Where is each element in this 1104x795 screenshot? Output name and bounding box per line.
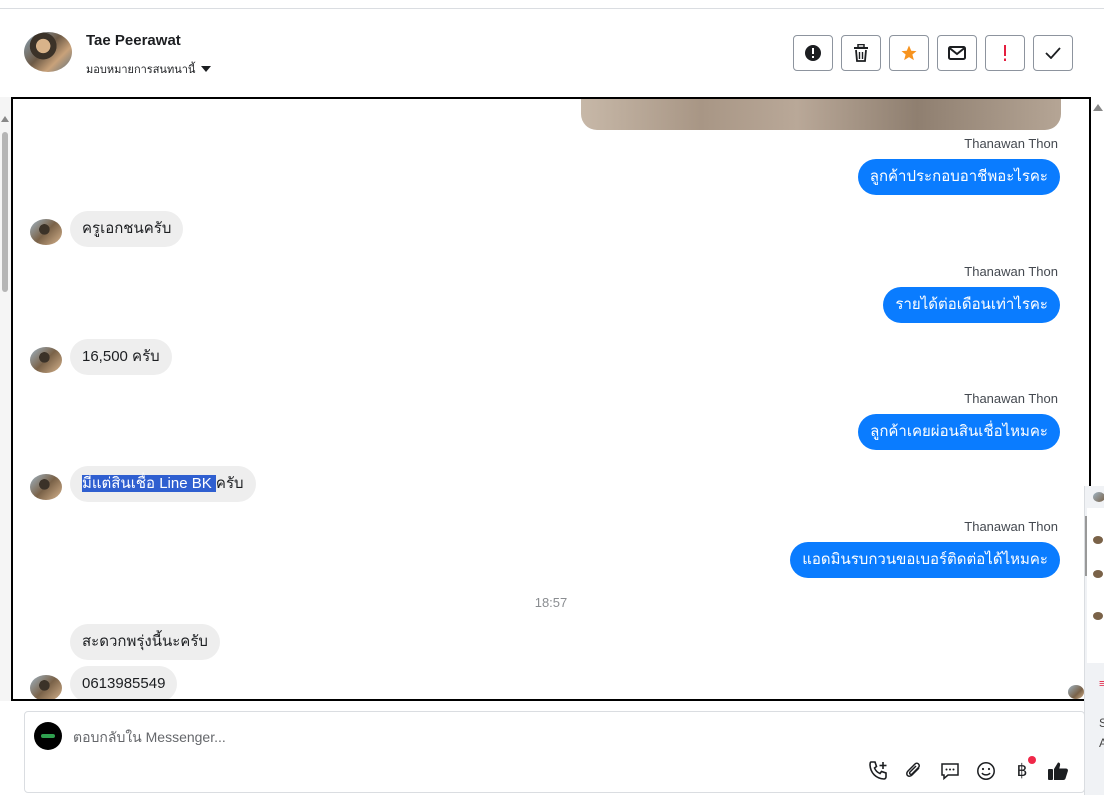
shared-photo[interactable] bbox=[581, 99, 1061, 130]
check-icon bbox=[1045, 47, 1061, 59]
seen-avatar bbox=[1068, 685, 1084, 699]
saved-replies-button[interactable] bbox=[938, 759, 962, 783]
side-text: A bbox=[1099, 736, 1104, 750]
like-button[interactable] bbox=[1046, 759, 1070, 783]
page-avatar bbox=[34, 722, 62, 750]
outgoing-message[interactable]: ลูกค้าเคยผ่อนสินเชื่อไหมคะ bbox=[858, 414, 1060, 450]
conversation-header: Tae Peerawat มอบหมายการสนทนานี้ bbox=[0, 9, 1104, 97]
selected-text: มีแต่สินเชื่อ Line BK bbox=[82, 475, 216, 492]
incoming-message[interactable]: สะดวกพรุ่งนี้นะครับ bbox=[70, 624, 220, 660]
contact-mini-avatar bbox=[30, 474, 62, 500]
assign-conversation-dropdown[interactable]: มอบหมายการสนทนานี้ bbox=[86, 60, 212, 78]
side-scrollbar[interactable] bbox=[1085, 516, 1087, 576]
caret-down-icon bbox=[201, 66, 212, 72]
call-button[interactable] bbox=[866, 759, 890, 783]
sender-name: Thanawan Thon bbox=[964, 264, 1058, 279]
incoming-message[interactable]: มีแต่สินเชื่อ Line BK ครับ bbox=[70, 466, 256, 502]
paperclip-icon bbox=[906, 762, 920, 777]
envelope-icon bbox=[948, 46, 966, 60]
mark-done-button[interactable] bbox=[1033, 35, 1073, 71]
assign-label: มอบหมายการสนทนานี้ bbox=[86, 64, 196, 76]
scroll-up-icon[interactable] bbox=[1, 116, 9, 122]
star-button[interactable] bbox=[889, 35, 929, 71]
mark-important-button[interactable] bbox=[985, 35, 1025, 71]
attach-button[interactable] bbox=[902, 759, 926, 783]
side-list bbox=[1087, 508, 1104, 663]
outgoing-message[interactable]: ลูกค้าประกอบอาชีพอะไรคะ bbox=[857, 159, 1060, 195]
page-logo-icon bbox=[41, 734, 55, 738]
emoji-button[interactable] bbox=[974, 759, 998, 783]
side-avatar[interactable] bbox=[1093, 536, 1103, 544]
side-warning-icon: ≡ bbox=[1099, 678, 1104, 690]
contact-mini-avatar bbox=[30, 219, 62, 245]
side-text: S bbox=[1099, 716, 1104, 730]
sender-name: Thanawan Thon bbox=[964, 136, 1058, 151]
exclamation-icon bbox=[1004, 45, 1006, 61]
star-icon bbox=[901, 45, 917, 61]
sender-name: Thanawan Thon bbox=[964, 391, 1058, 406]
header-actions bbox=[793, 35, 1073, 71]
side-avatar[interactable] bbox=[1093, 492, 1104, 502]
message-text: ครับ bbox=[215, 475, 244, 492]
contact-name[interactable]: Tae Peerawat bbox=[86, 32, 181, 49]
inbox-conversation-view: Tae Peerawat มอบหมายการสนทนานี้ Thanawan… bbox=[0, 0, 1104, 795]
composer-tools: ฿ bbox=[866, 756, 1070, 783]
contact-mini-avatar bbox=[30, 347, 62, 373]
side-panel[interactable]: ≡ S A bbox=[1084, 486, 1104, 795]
delete-button[interactable] bbox=[841, 35, 881, 71]
trash-icon bbox=[854, 44, 868, 62]
thumbs-up-icon bbox=[1048, 762, 1068, 780]
incoming-message[interactable]: 0613985549 bbox=[70, 666, 178, 699]
reply-composer: ฿ bbox=[24, 711, 1085, 793]
baht-icon: ฿ bbox=[1016, 761, 1028, 781]
phone-plus-icon bbox=[869, 761, 887, 780]
scroll-up-arrow-icon[interactable] bbox=[1093, 104, 1103, 111]
message-thread[interactable]: Thanawan Thon ลูกค้าประกอบอาชีพอะไรคะ คร… bbox=[11, 97, 1091, 701]
contact-mini-avatar bbox=[30, 675, 62, 699]
sender-name: Thanawan Thon bbox=[964, 519, 1058, 534]
notification-dot bbox=[1028, 756, 1036, 764]
side-avatar[interactable] bbox=[1093, 570, 1103, 578]
reply-input[interactable] bbox=[73, 726, 973, 748]
outgoing-message[interactable]: แอดมินรบกวนขอเบอร์ติดต่อได้ไหมคะ bbox=[790, 542, 1060, 578]
side-avatar[interactable] bbox=[1093, 612, 1103, 620]
scrollbar-thumb[interactable] bbox=[2, 132, 8, 292]
left-scrollbar[interactable] bbox=[0, 97, 11, 701]
report-spam-button[interactable] bbox=[793, 35, 833, 71]
outgoing-message[interactable]: รายได้ต่อเดือนเท่าไรคะ bbox=[883, 287, 1060, 323]
time-separator: 18:57 bbox=[534, 595, 568, 610]
contact-avatar[interactable] bbox=[24, 32, 72, 72]
mark-unread-button[interactable] bbox=[937, 35, 977, 71]
incoming-message[interactable]: ครูเอกชนครับ bbox=[70, 211, 184, 247]
alert-circle-icon bbox=[805, 45, 821, 61]
payment-button[interactable]: ฿ bbox=[1010, 756, 1036, 783]
smiley-icon bbox=[977, 762, 995, 780]
incoming-message[interactable]: 16,500 ครับ bbox=[70, 339, 172, 375]
chat-bubble-icon bbox=[941, 763, 959, 781]
